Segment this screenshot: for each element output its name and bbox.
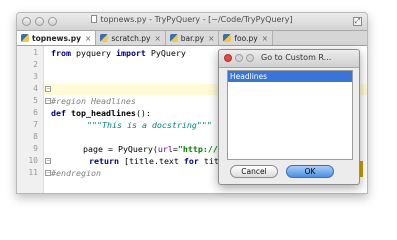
python-file-icon xyxy=(21,34,29,42)
line-number: 4 xyxy=(33,84,38,93)
tab-bar[interactable]: bar.py × xyxy=(165,31,220,45)
fullscreen-icon[interactable]: ⤢ xyxy=(353,17,362,26)
module-name: pyquery xyxy=(70,48,116,58)
line-number-gutter: 1 2 3 4 5 6 7 8 9 10 11 xyxy=(17,46,44,193)
line-number: 5 xyxy=(33,96,38,105)
keyword: import xyxy=(115,48,146,58)
keyword: return xyxy=(89,156,119,166)
file-icon xyxy=(91,15,98,23)
go-to-custom-region-dialog: Go to Custom R... Headlines Cancel OK xyxy=(218,49,360,185)
line-number: 3 xyxy=(33,72,38,81)
cancel-button[interactable]: Cancel xyxy=(230,165,278,178)
fold-icon[interactable]: − xyxy=(45,158,51,164)
code-line-4: #region Headlines xyxy=(51,96,136,106)
tab-topnews[interactable]: topnews.py × xyxy=(17,31,97,45)
line-number: 10 xyxy=(28,156,38,165)
fold-icon[interactable]: − xyxy=(45,86,51,92)
python-file-icon xyxy=(223,34,232,42)
close-tab-icon[interactable]: × xyxy=(208,34,214,43)
code-text: page = PyQuery( xyxy=(63,144,158,154)
title-bar: topnews.py - TryPyQuery - [~/Code/TryPyQ… xyxy=(17,13,367,31)
ok-button[interactable]: OK xyxy=(286,165,334,178)
python-file-icon xyxy=(169,34,178,42)
line-number: 2 xyxy=(33,60,38,69)
region-list[interactable]: Headlines xyxy=(227,70,353,160)
keyword: for xyxy=(183,156,199,166)
tab-foo[interactable]: foo.py × xyxy=(219,31,273,45)
keyword: from xyxy=(51,48,71,58)
import-name: PyQuery xyxy=(145,48,186,58)
code-line-8: page = PyQuery(url="http://new xyxy=(63,144,233,154)
editor-tab-bar: topnews.py × scratch.py × bar.py × foo.p… xyxy=(17,31,367,46)
close-dialog-button[interactable] xyxy=(224,54,232,62)
minimize-dialog-button[interactable] xyxy=(235,54,243,62)
code-line-5: def top_headlines(): xyxy=(51,108,151,118)
keyword-argument: url xyxy=(157,144,173,154)
dialog-title: Go to Custom R... xyxy=(261,53,332,62)
close-tab-icon[interactable]: × xyxy=(85,34,91,43)
tab-label: bar.py xyxy=(180,33,205,43)
line-number: 6 xyxy=(33,108,38,117)
code-text: [title.text xyxy=(118,156,184,166)
tab-label: foo.py xyxy=(234,33,258,43)
code-line-6: """This is a docstring""" xyxy=(87,120,212,130)
keyword: def xyxy=(51,108,66,118)
tab-label: topnews.py xyxy=(32,33,82,43)
line-number: 1 xyxy=(33,48,38,57)
tab-label: scratch.py xyxy=(111,33,151,43)
list-item[interactable]: Headlines xyxy=(228,71,352,82)
code-line-10: #endregion xyxy=(51,168,101,178)
close-tab-icon[interactable]: × xyxy=(154,34,160,43)
function-name: top_headlines xyxy=(66,108,136,118)
zoom-dialog-button[interactable] xyxy=(246,54,254,62)
tab-scratch[interactable]: scratch.py × xyxy=(96,31,166,45)
window-title: topnews.py - TryPyQuery - [~/Code/TryPyQ… xyxy=(17,15,367,24)
line-number: 8 xyxy=(33,132,38,141)
code-text: (): xyxy=(135,108,151,118)
code-line-1: from pyquery import PyQuery xyxy=(51,48,186,58)
dialog-title-bar: Go to Custom R... xyxy=(219,50,359,68)
python-file-icon xyxy=(100,34,109,42)
code-line-9: return [title.text for title i xyxy=(89,156,239,166)
line-number: 7 xyxy=(33,120,38,129)
line-number: 9 xyxy=(33,144,38,153)
window-title-text: topnews.py - TryPyQuery - [~/Code/TryPyQ… xyxy=(100,15,293,24)
close-tab-icon[interactable]: × xyxy=(262,34,268,43)
line-number: 11 xyxy=(28,168,38,177)
